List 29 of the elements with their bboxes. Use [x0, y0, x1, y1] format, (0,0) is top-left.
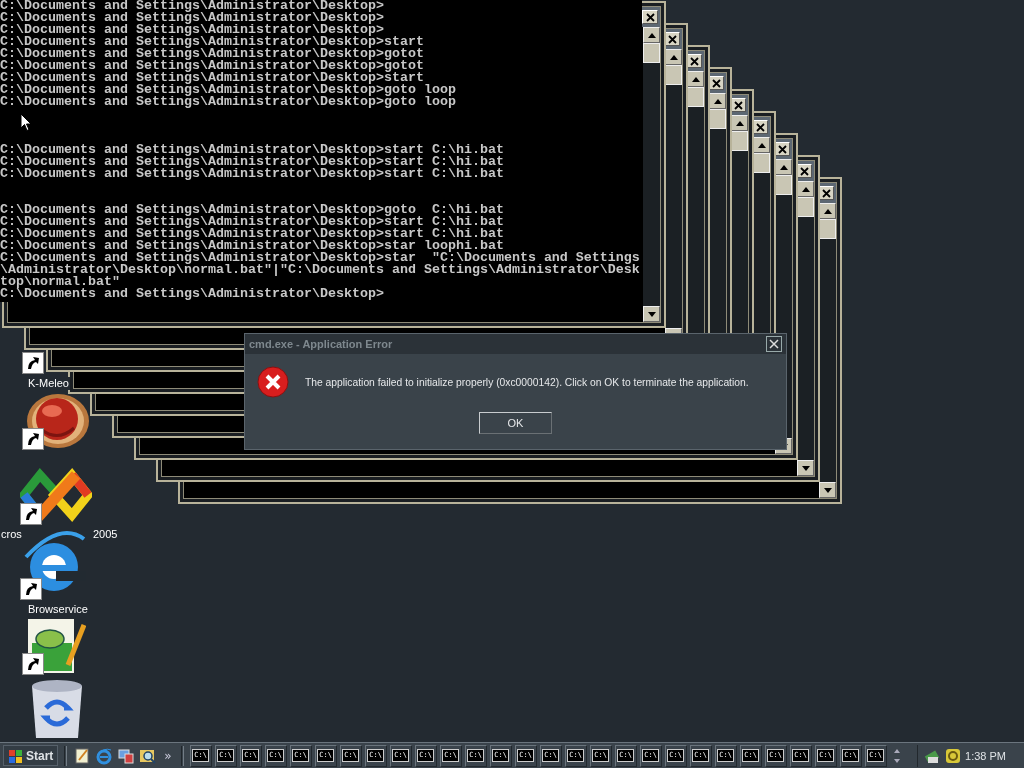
console-line: C:\Documents and Settings\Administrator\Desktop>gotot	[0, 60, 425, 72]
console-line: C:\Documents and Settings\Administrator\Desktop>goto loop	[0, 96, 457, 108]
console-line: \Administrator\Desktop\normal.bat"|"C:\Documents and Settings\Administrator\Desk	[0, 264, 641, 276]
console-line: C:\Documents and Settings\Administrator\Desktop>star "C:\Documents and Settings	[0, 252, 641, 264]
icon-label[interactable]: Browservice	[27, 603, 89, 616]
console-line: C:\Documents and Settings\Administrator\Desktop>start C:\hi.bat	[0, 156, 505, 168]
console-line: C:\Documents and Settings\Administrator\Desktop>gotot	[0, 48, 425, 60]
console-line: C:\Documents and Settings\Administrator\Desktop>	[0, 24, 384, 36]
console-line: C:\Documents and Settings\Administrator\Desktop>start	[0, 72, 425, 84]
console-line: C:\Documents and Settings\Administrator\Desktop>start C:\hi.bat	[0, 216, 505, 228]
console-line: C:\Documents and Settings\Administrator\Desktop>	[0, 12, 385, 24]
console-line: top\normal.bat"	[0, 276, 120, 288]
more-button[interactable]: »	[161, 748, 175, 763]
error-message: The application failed to initialize properly (0xc0000142). Click on OK to terminate the application.	[305, 376, 749, 388]
console-line: C:\Documents and Settings\Administrator\Desktop>goto loop	[0, 84, 457, 96]
console-line: C:\Documents and Settings\Administrator\Desktop>start C:\hi.bat	[0, 228, 505, 240]
icon-label[interactable]: 2005	[92, 528, 119, 541]
console-line: C:\Documents and Settings\Administrator\Desktop>	[0, 288, 385, 300]
console-line: C:\Documents and Settings\Administrator\Desktop>start	[0, 36, 425, 48]
console-line: C:\Documents and Settings\Administrator\Desktop>start C:\hi.bat	[0, 144, 505, 156]
console-line: C:\Documents and Settings\Administrator\Desktop>	[0, 0, 385, 12]
console-line: C:\Documents and Settings\Administrator\Desktop>start C:\hi.bat	[0, 168, 505, 180]
start-button[interactable]: Start	[3, 745, 59, 766]
console-line: C:\Documents and Settings\Administrator\Desktop>star loophi.bat	[0, 240, 504, 252]
console-line: C:\Documents and Settings\Administrator\Desktop>goto C:\hi.bat	[0, 204, 505, 216]
clock: 1:38 PM	[965, 749, 1006, 762]
icon-label[interactable]: K-Meleo	[27, 377, 70, 390]
ok-button[interactable]: OK	[479, 412, 552, 434]
dialog-title: cmd.exe - Application Error	[249, 338, 393, 350]
